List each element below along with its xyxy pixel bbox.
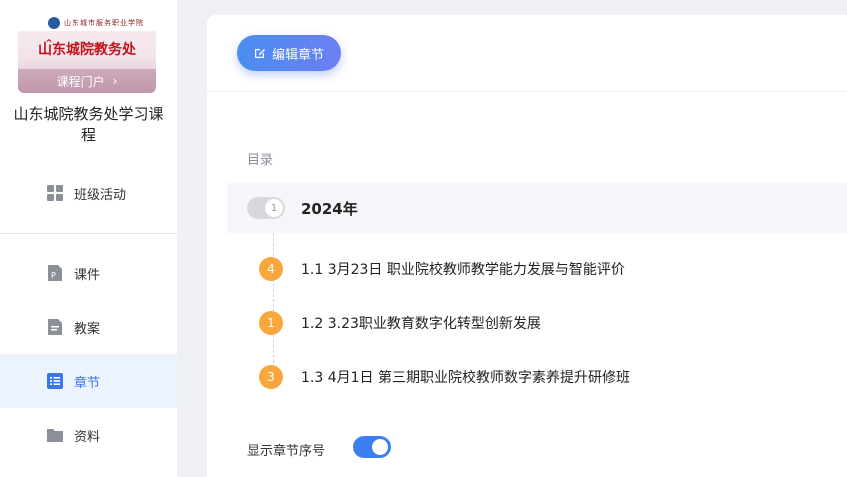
sidebar: 山东城市服务职业学院 ⌃ 山东城院教务处 课程门户 › 山东城院教务处学习课程 … — [0, 0, 177, 477]
section-title: 1.3 4月1日 第三期职业院校教师数字素养提升研修班 — [301, 370, 630, 386]
show-number-label: 显示章节序号 — [247, 444, 326, 459]
section-title: 1.1 3月23日 职业院校教师教学能力发展与智能评价 — [301, 262, 625, 278]
sidebar-item-chapters[interactable]: 章节 — [0, 354, 177, 408]
edit-icon — [254, 49, 265, 58]
chapter-row[interactable]: 1 2024年 — [227, 183, 847, 233]
sidebar-item-materials[interactable]: 资料 — [0, 408, 177, 462]
grid-icon — [47, 185, 63, 201]
list-icon — [47, 373, 63, 389]
lesson-plan-icon — [48, 319, 62, 335]
show-number-switch[interactable] — [353, 436, 391, 458]
section-count-badge: 1 — [259, 311, 283, 335]
section-count-badge: 3 — [259, 365, 283, 389]
toc-label: 目录 — [247, 153, 274, 168]
sidebar-item-lesson-plan[interactable]: 教案 — [0, 300, 177, 354]
folder-icon — [47, 429, 63, 442]
section-count-badge: 4 — [259, 257, 283, 281]
section-title: 1.2 3.23职业教育数字化转型创新发展 — [301, 316, 541, 332]
cover-school-name: 山东城市服务职业学院 — [64, 19, 144, 27]
panel-divider — [207, 91, 847, 92]
sidebar-item-label: 章节 — [74, 375, 101, 391]
chapter-panel: 编辑章节 目录 1 2024年 4 1.1 3月23日 职业院校教师教学能力发展… — [207, 15, 847, 477]
chapter-number-badge: 1 — [265, 199, 283, 217]
sidebar-item-courseware[interactable]: P 课件 — [0, 246, 177, 300]
sidebar-item-label: 教案 — [74, 321, 101, 337]
school-logo — [48, 17, 60, 29]
chevron-right-icon: › — [112, 74, 118, 88]
course-portal-label: 课程门户 — [56, 74, 105, 89]
switch-knob — [372, 439, 388, 455]
course-cover[interactable]: 山东城市服务职业学院 ⌃ 山东城院教务处 课程门户 › — [18, 15, 156, 93]
edit-chapters-button[interactable]: 编辑章节 — [237, 35, 341, 71]
sidebar-item-class-activity[interactable]: 班级活动 — [0, 166, 177, 220]
sidebar-divider — [0, 233, 177, 234]
section-item[interactable]: 1 1.2 3.23职业教育数字化转型创新发展 — [259, 310, 541, 336]
sidebar-item-label: 班级活动 — [74, 187, 127, 203]
sidebar-item-label: 资料 — [74, 429, 101, 445]
cover-title: 山东城院教务处 — [38, 42, 136, 58]
edit-chapters-label: 编辑章节 — [271, 47, 324, 63]
course-portal-link[interactable]: 课程门户 › — [18, 69, 156, 93]
ppt-file-icon: P — [48, 265, 62, 281]
chapter-collapse-toggle[interactable]: 1 — [247, 197, 285, 219]
svg-text:P: P — [51, 271, 56, 280]
section-item[interactable]: 3 1.3 4月1日 第三期职业院校教师数字素养提升研修班 — [259, 364, 630, 390]
course-name: 山东城院教务处学习课程 — [13, 105, 164, 144]
chapter-title: 2024年 — [301, 200, 358, 218]
sidebar-item-label: 课件 — [74, 267, 101, 283]
section-item[interactable]: 4 1.1 3月23日 职业院校教师教学能力发展与智能评价 — [259, 256, 625, 282]
